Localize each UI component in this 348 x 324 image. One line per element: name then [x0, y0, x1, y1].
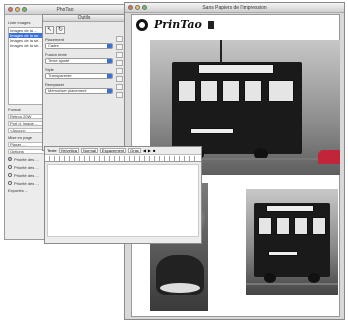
tram-grille	[268, 251, 298, 256]
align-center-icon[interactable]: ▶	[148, 148, 151, 153]
text-ruler[interactable]	[45, 155, 201, 162]
text-toolbar-window: Texte Helvetica Normal Espacement Gras ◀…	[44, 146, 202, 244]
tram-grille	[190, 128, 234, 134]
tram-image	[172, 62, 302, 154]
main-window-title: PhoTao	[56, 7, 74, 13]
arrow-tool-icon[interactable]: ↖	[45, 26, 54, 34]
radio-icon	[8, 181, 12, 185]
tram-window	[222, 80, 240, 102]
palette-titlebar[interactable]: Outils	[43, 15, 125, 22]
tram-window	[200, 80, 218, 102]
placement-select[interactable]: Cadre	[45, 43, 113, 49]
tram-sign	[266, 205, 314, 212]
tram-window	[294, 217, 308, 235]
ruler-ticks	[49, 156, 197, 161]
replace-select[interactable]: Mémoriser placement	[45, 88, 113, 94]
tram-sign	[198, 64, 274, 74]
font-style-select[interactable]: Normal	[81, 148, 98, 153]
tram-wheel	[308, 273, 320, 283]
tool-button[interactable]	[116, 44, 123, 50]
palette-tools: ↖ ↻	[45, 26, 123, 34]
style-select[interactable]: Transparente	[45, 73, 113, 79]
tool-palette: Outils ↖ ↻ Placement Cadre Fusion texte …	[42, 14, 126, 151]
document-titlebar[interactable]: Sans Papiers de l'impression	[125, 3, 344, 13]
radio-icon	[8, 165, 12, 169]
chevron-down-icon	[107, 89, 112, 93]
spacing-select[interactable]: Espacement	[99, 148, 127, 153]
headlight	[160, 283, 200, 293]
rotate-tool-icon[interactable]: ↻	[56, 26, 65, 34]
minimize-icon[interactable]	[15, 7, 20, 12]
close-icon[interactable]	[8, 7, 13, 12]
text-toolbar-row: Texte Helvetica Normal Espacement Gras ◀…	[45, 147, 201, 155]
tool-button[interactable]	[116, 76, 123, 82]
red-car	[318, 150, 340, 164]
close-icon[interactable]	[128, 5, 133, 10]
document-icon	[207, 20, 214, 29]
tram-pole	[220, 40, 222, 64]
replace-section: Remplacer Mémoriser placement	[45, 82, 123, 94]
photo-frame-small-2[interactable]	[246, 189, 338, 295]
minimize-icon[interactable]	[135, 5, 140, 10]
window-controls	[8, 7, 27, 12]
tool-button[interactable]	[116, 84, 123, 90]
placement-section: Placement Cadre	[45, 37, 123, 49]
text-fusion-section: Fusion texte Texte ajusté	[45, 52, 123, 64]
zoom-icon[interactable]	[22, 7, 27, 12]
tram-wheel	[264, 273, 276, 283]
bold-select[interactable]: Gras	[128, 148, 141, 153]
brand-name: PrinTao	[154, 18, 202, 31]
text-fusion-select[interactable]: Texte ajusté	[45, 58, 113, 64]
tram-window	[258, 217, 272, 235]
screen: PhoTao Liste images Images de la ... Ima…	[0, 0, 348, 324]
tram-window	[178, 80, 196, 102]
zoom-icon[interactable]	[142, 5, 147, 10]
window-controls	[128, 5, 147, 10]
style-section: Style Transparente	[45, 67, 123, 79]
tram-window	[276, 217, 290, 235]
tool-button[interactable]	[116, 36, 123, 42]
font-family-select[interactable]: Helvetica	[58, 148, 80, 153]
chevron-down-icon	[107, 74, 112, 78]
text-toolbar-title: Texte	[47, 148, 57, 153]
radio-icon	[8, 173, 12, 177]
tram-image	[254, 203, 330, 277]
tram-window	[268, 80, 294, 102]
brand-bar: PrinTao	[136, 15, 214, 34]
rail-line	[246, 283, 338, 285]
radio-selected-icon	[8, 157, 12, 161]
tool-button[interactable]	[116, 60, 123, 66]
text-editor-area[interactable]	[47, 164, 199, 237]
tool-button[interactable]	[116, 52, 123, 58]
tram-window	[312, 217, 326, 235]
palette-side-strip	[116, 36, 123, 98]
tram-window	[244, 80, 262, 102]
tool-button[interactable]	[116, 92, 123, 98]
document-title: Sans Papiers de l'impression	[202, 5, 267, 11]
tool-button[interactable]	[116, 68, 123, 74]
align-left-icon[interactable]: ◀	[143, 148, 146, 153]
chevron-down-icon	[107, 59, 112, 63]
chevron-down-icon	[107, 44, 112, 48]
align-justify-icon[interactable]: ■	[153, 148, 155, 153]
printao-logo-icon	[136, 18, 148, 31]
palette-title: Outils	[77, 15, 91, 21]
